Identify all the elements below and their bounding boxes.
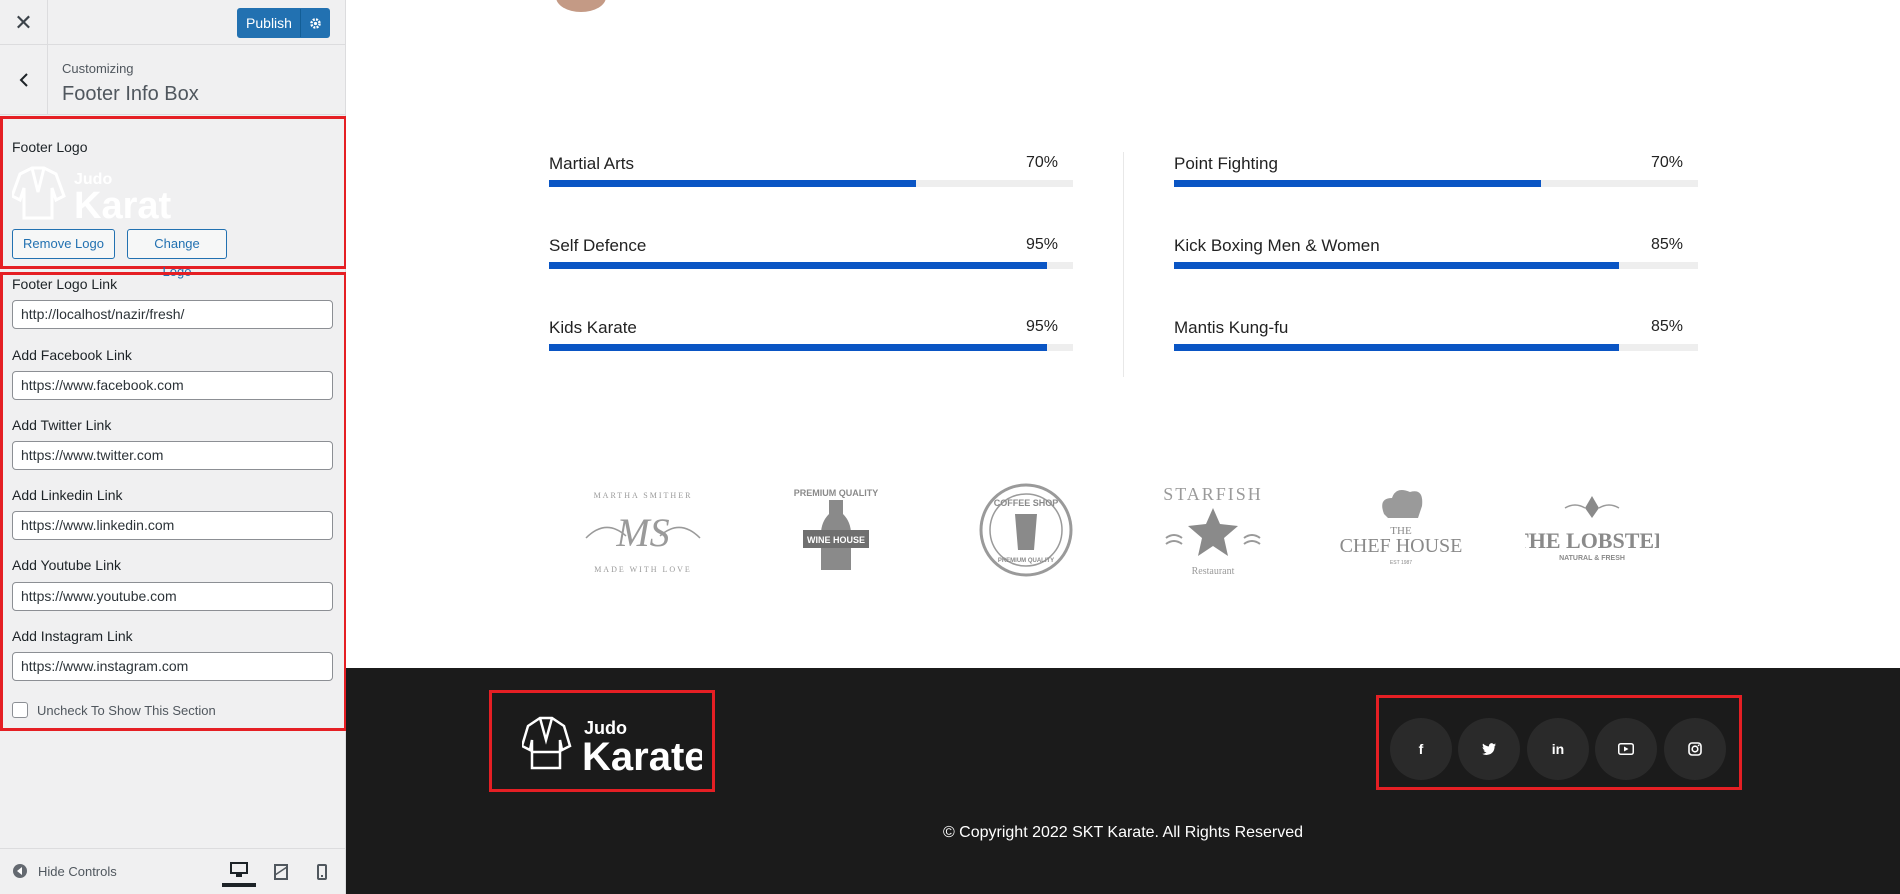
customizer-topbar: ✕ Publish xyxy=(0,0,345,45)
skill-name: Point Fighting xyxy=(1174,154,1278,173)
skill-percent: 85% xyxy=(1650,318,1683,335)
back-arrow-icon[interactable] xyxy=(0,45,48,115)
skill-track xyxy=(1174,262,1698,269)
skill-bar-fill xyxy=(549,180,916,187)
show-section-toggle[interactable]: Uncheck To Show This Section xyxy=(12,702,216,718)
youtube-link-label: Add Youtube Link xyxy=(12,557,121,573)
linkedin-link-label: Add Linkedin Link xyxy=(12,487,123,503)
svg-text:WINE HOUSE: WINE HOUSE xyxy=(807,535,865,545)
show-section-checkbox[interactable] xyxy=(12,702,28,718)
skill-bar-fill xyxy=(549,344,1047,351)
instagram-icon[interactable] xyxy=(1664,718,1726,780)
logo-big-text: Karate xyxy=(74,185,172,222)
change-logo-button[interactable]: Change Logo xyxy=(127,229,227,279)
svg-text:COFFEE SHOP: COFFEE SHOP xyxy=(994,498,1059,508)
skill-track xyxy=(549,180,1073,187)
svg-text:STARFISH: STARFISH xyxy=(1163,484,1263,504)
skill-percent: 85% xyxy=(1650,236,1683,253)
footer-logo-label: Footer Logo xyxy=(12,139,88,155)
svg-text:MADE WITH LOVE: MADE WITH LOVE xyxy=(594,565,692,574)
show-section-label: Uncheck To Show This Section xyxy=(37,702,216,718)
svg-text:THE LOBSTER: THE LOBSTER xyxy=(1525,528,1659,553)
footer-logo-link-input[interactable]: http://localhost/nazir/fresh/ xyxy=(12,300,333,329)
skill-point-fighting: Point Fighting 70% xyxy=(1174,154,1698,194)
panel-title: Footer Info Box xyxy=(62,83,199,105)
svg-text:PREMIUM QUALITY: PREMIUM QUALITY xyxy=(794,488,879,498)
gear-icon[interactable] xyxy=(300,9,329,37)
twitter-link-label: Add Twitter Link xyxy=(12,417,112,433)
skill-track xyxy=(549,344,1073,351)
svg-text:NATURAL & FRESH: NATURAL & FRESH xyxy=(1559,555,1625,562)
facebook-link-input[interactable]: https://www.facebook.com xyxy=(12,371,333,400)
instagram-link-label: Add Instagram Link xyxy=(12,628,133,644)
skill-track xyxy=(1174,180,1698,187)
copyright-text: © Copyright 2022 SKT Karate. All Rights … xyxy=(942,824,1304,841)
skill-kick-boxing: Kick Boxing Men & Women 85% xyxy=(1174,236,1698,276)
skill-kids-karate: Kids Karate 95% xyxy=(549,318,1073,358)
site-preview: Martial Arts 70% Point Fighting 70% Self… xyxy=(346,0,1900,894)
skill-percent: 70% xyxy=(1650,154,1683,171)
mobile-preview-icon[interactable] xyxy=(305,857,339,887)
skill-bar-fill xyxy=(1174,180,1541,187)
hero-image-fragment xyxy=(556,0,606,12)
skill-martial-arts: Martial Arts 70% xyxy=(549,154,1073,194)
remove-logo-button[interactable]: Remove Logo xyxy=(12,229,115,259)
skill-percent: 95% xyxy=(1025,236,1058,253)
footer-logo-preview: Judo Karate xyxy=(10,162,192,227)
tablet-preview-icon[interactable] xyxy=(264,857,298,887)
twitter-link-input[interactable]: https://www.twitter.com xyxy=(12,441,333,470)
footer-logo-link-label: Footer Logo Link xyxy=(12,276,118,292)
skill-name: Kick Boxing Men & Women xyxy=(1174,236,1380,255)
desktop-preview-icon[interactable] xyxy=(222,857,256,887)
skill-track xyxy=(549,262,1073,269)
hide-controls-label: Hide Controls xyxy=(38,863,117,879)
youtube-icon[interactable] xyxy=(1595,718,1657,780)
breadcrumb: Customizing xyxy=(62,61,134,76)
publish-button[interactable]: Publish xyxy=(237,8,330,38)
skills-divider xyxy=(1123,152,1124,377)
footer-logo[interactable]: Judo Karate xyxy=(522,712,702,774)
svg-text:PREMIUM QUALITY: PREMIUM QUALITY xyxy=(998,558,1054,564)
brand-logo-wine-house: PREMIUM QUALITY WINE HOUSE xyxy=(794,488,879,570)
skill-name: Mantis Kung-fu xyxy=(1174,318,1289,337)
brand-logo-coffee-shop: COFFEE SHOP PREMIUM QUALITY xyxy=(979,483,1073,577)
panel-header: Customizing Footer Info Box xyxy=(0,45,345,115)
customizer-sidebar: ✕ Publish Customizing Footer Info Box Fo… xyxy=(0,0,347,894)
collapse-icon xyxy=(13,864,27,878)
close-icon[interactable]: ✕ xyxy=(0,0,48,45)
linkedin-link-input[interactable]: https://www.linkedin.com xyxy=(12,511,333,540)
skill-self-defence: Self Defence 95% xyxy=(549,236,1073,276)
customizer-footer: Hide Controls xyxy=(0,848,345,894)
publish-label[interactable]: Publish xyxy=(238,9,300,37)
customizer-app: ✕ Publish Customizing Footer Info Box Fo… xyxy=(0,0,1900,894)
svg-text:EST 1987: EST 1987 xyxy=(1390,560,1412,566)
skill-bar-fill xyxy=(1174,344,1620,351)
linkedin-icon[interactable]: in xyxy=(1527,718,1589,780)
skill-bar-fill xyxy=(549,262,1047,269)
skill-percent: 95% xyxy=(1025,318,1058,335)
skill-percent: 70% xyxy=(1025,154,1058,171)
skill-mantis-kung-fu: Mantis Kung-fu 85% xyxy=(1174,318,1698,358)
svg-text:Restaurant: Restaurant xyxy=(1192,566,1235,577)
svg-text:MS: MS xyxy=(615,510,669,555)
brand-logo-starfish: STARFISH Restaurant xyxy=(1163,484,1263,577)
footer-logo-big: Karate xyxy=(582,735,702,774)
brand-logo-martha-smither: MARTHA SMITHER MS MADE WITH LOVE xyxy=(585,491,701,574)
brand-logo-chef-house: THE CHEF HOUSE EST 1987 xyxy=(1340,490,1463,566)
facebook-icon[interactable]: f xyxy=(1390,718,1452,780)
twitter-icon[interactable] xyxy=(1458,718,1520,780)
youtube-link-input[interactable]: https://www.youtube.com xyxy=(12,582,333,611)
brand-logo-the-lobster: THE LOBSTER NATURAL & FRESH xyxy=(1525,496,1659,562)
skill-name: Self Defence xyxy=(549,236,647,255)
skill-name: Kids Karate xyxy=(549,318,637,337)
svg-text:MARTHA SMITHER: MARTHA SMITHER xyxy=(594,491,693,500)
skill-name: Martial Arts xyxy=(549,154,635,173)
instagram-link-input[interactable]: https://www.instagram.com xyxy=(12,652,333,681)
svg-text:CHEF HOUSE: CHEF HOUSE xyxy=(1340,535,1463,557)
skill-bar-fill xyxy=(1174,262,1620,269)
hide-controls-button[interactable]: Hide Controls xyxy=(12,863,117,879)
facebook-link-label: Add Facebook Link xyxy=(12,347,132,363)
skill-track xyxy=(1174,344,1698,351)
